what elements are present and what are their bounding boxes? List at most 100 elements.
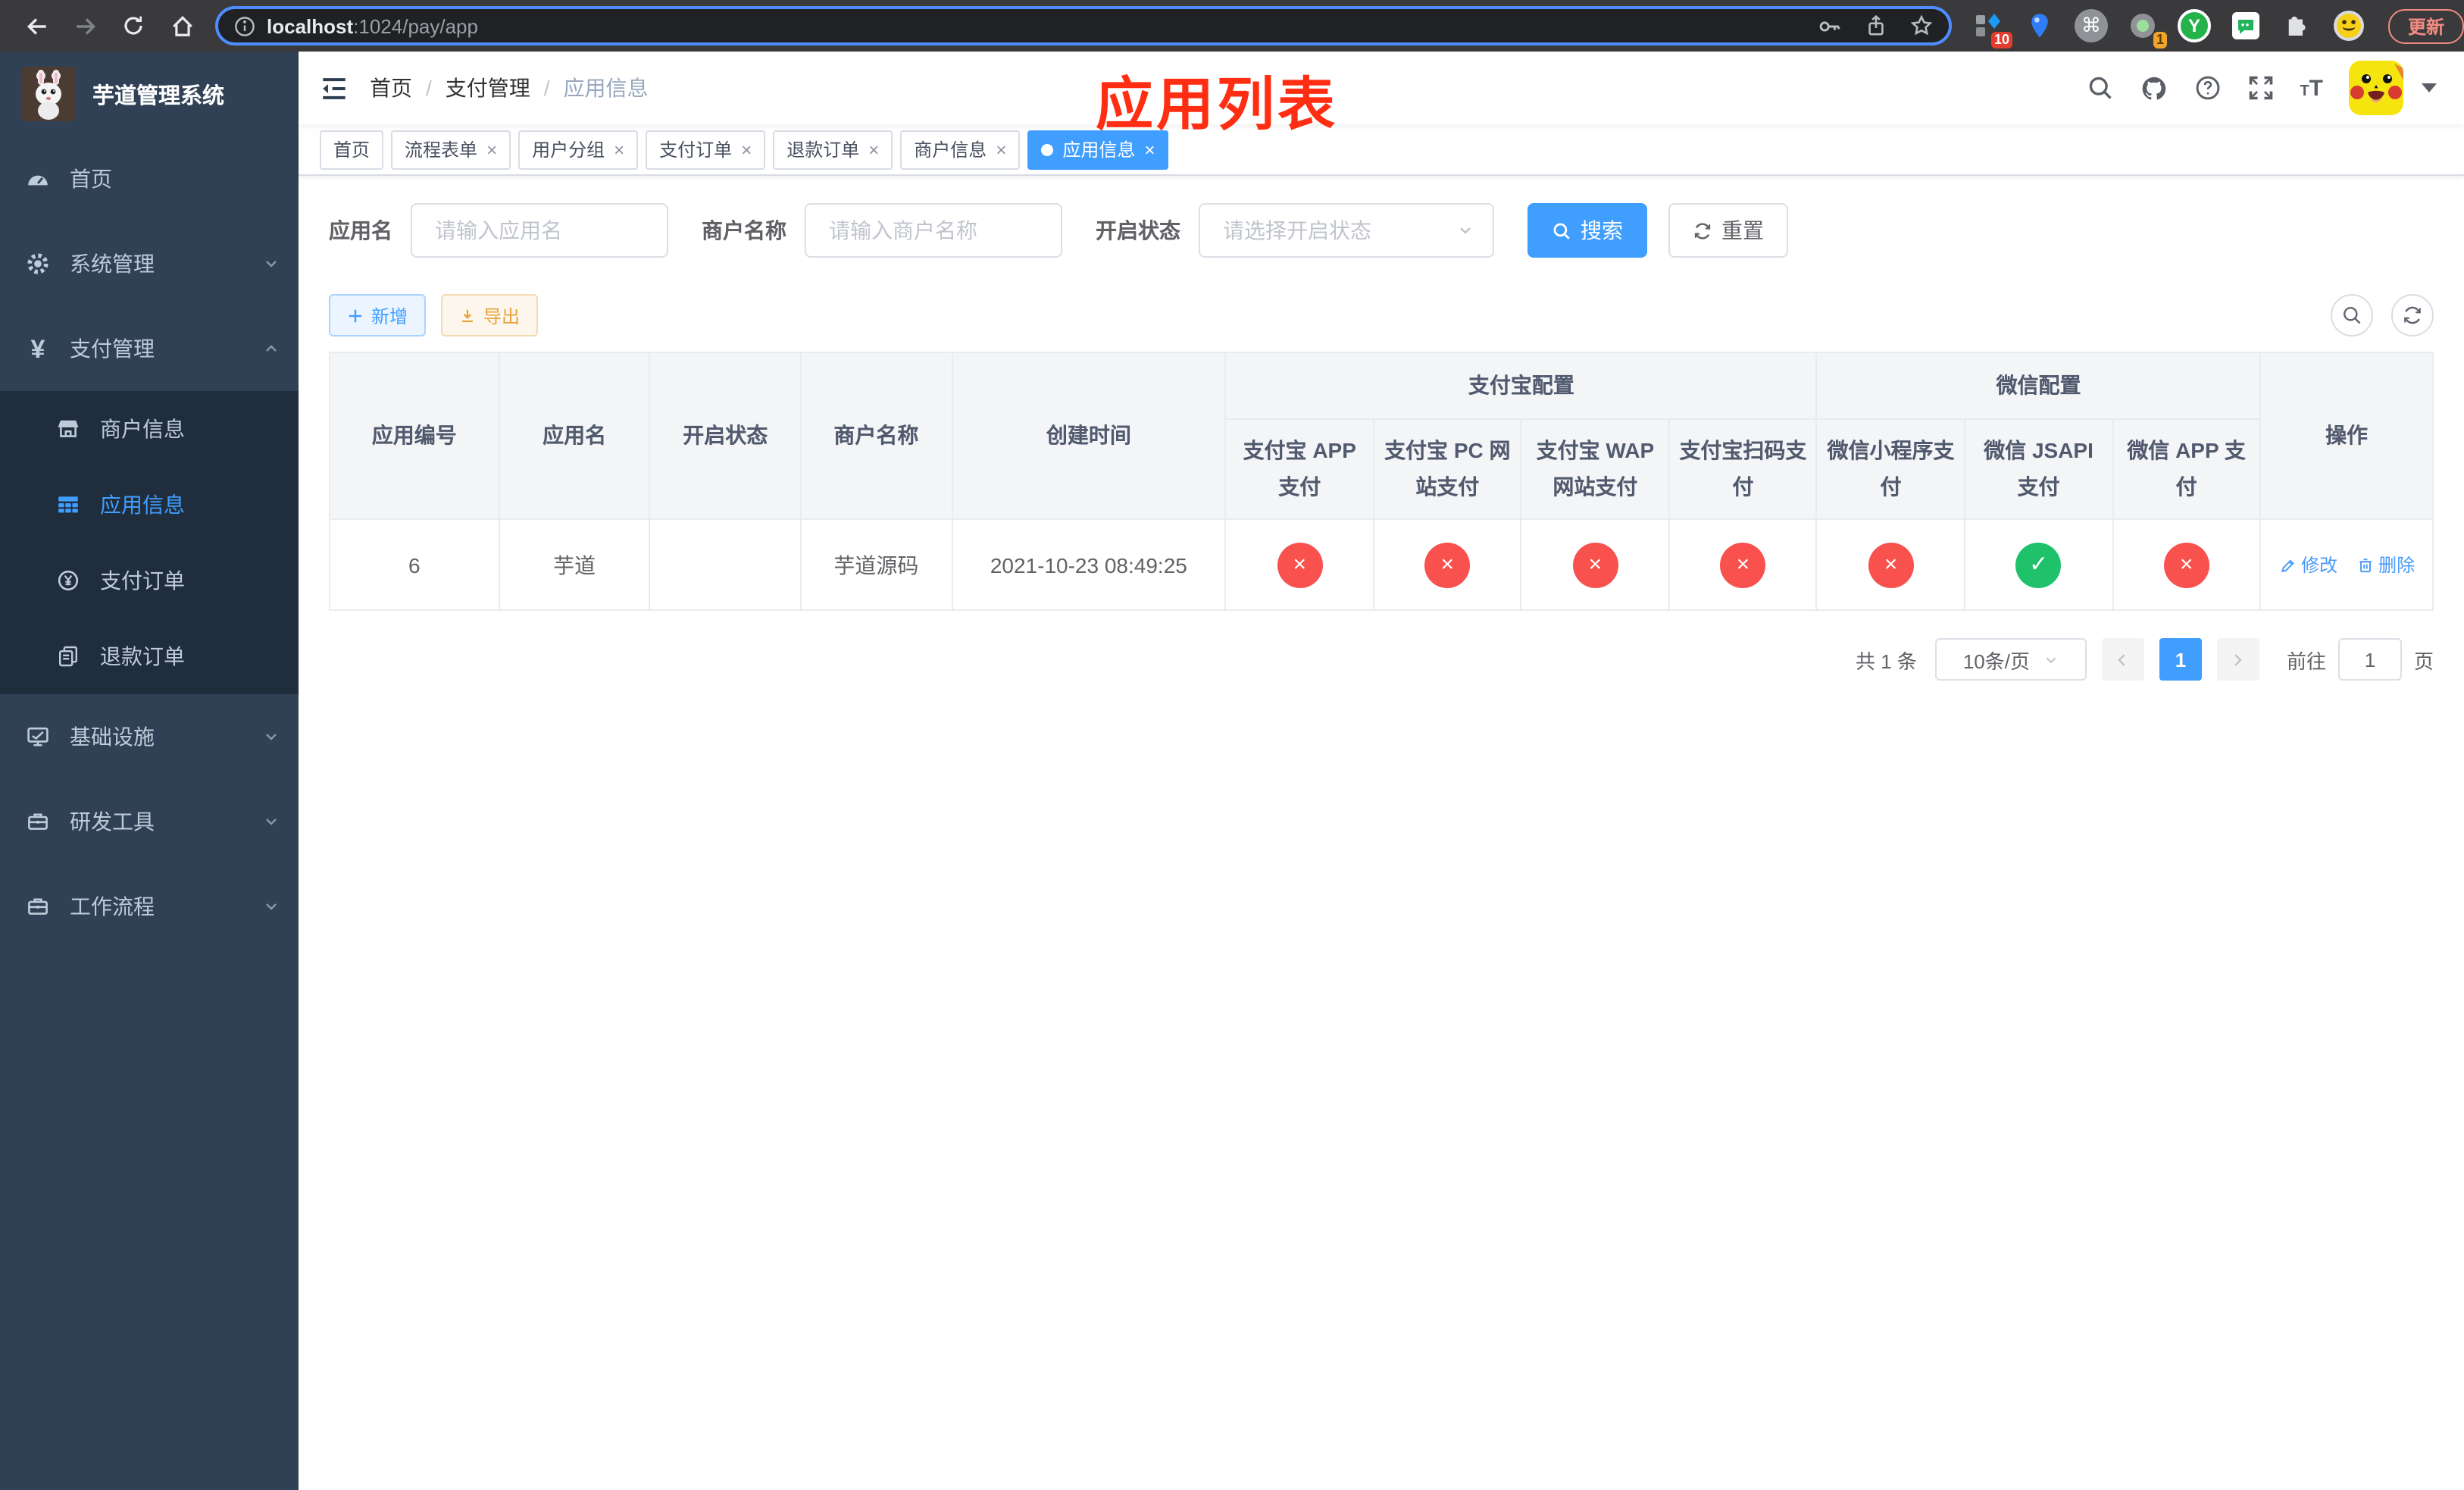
add-button[interactable]: 新增 [329,294,427,337]
wx-jsapi-status-icon: ✓ [2015,542,2062,587]
sidebar-item-merchant-info[interactable]: 商户信息 [0,391,299,467]
close-icon[interactable]: × [614,140,624,158]
next-page-button[interactable] [2216,638,2259,681]
sidebar-item-dev-tools[interactable]: 研发工具 [0,779,299,864]
delete-link[interactable]: 删除 [2356,552,2415,578]
sidebar-item-infrastructure[interactable]: 基础设施 [0,694,299,779]
fullscreen-icon[interactable] [2247,74,2274,102]
tab-pay-order[interactable]: 支付订单 × [646,130,766,169]
tab-merchant-info[interactable]: 商户信息 × [900,130,1021,169]
alipay-app-status-icon: × [1277,542,1323,587]
chevron-down-icon [262,812,280,831]
sidebar-collapse-icon[interactable] [320,74,349,102]
close-icon[interactable]: × [741,140,752,158]
app-name-input[interactable] [411,203,668,258]
dashboard-icon [26,167,50,191]
bookmark-star-icon[interactable] [1909,14,1934,38]
avatar-caret-icon[interactable] [2422,83,2437,92]
browser-reload-icon[interactable] [114,6,153,45]
sidebar-item-app-info[interactable]: 应用信息 [0,467,299,543]
chevron-down-icon [262,255,280,273]
header-search-icon[interactable] [2086,74,2113,102]
extension-pin-icon[interactable] [2022,8,2058,44]
col-alipay-wap: 支付宝 WAP 网站支付 [1520,418,1670,520]
tags-view-bar: 首页 流程表单 × 用户分组 × 支付订单 × 退款订单 × 商户信息 × 应用信息 × [299,124,2464,176]
edit-link[interactable]: 修改 [2278,552,2337,578]
pagination: 共 1 条 10条/页 1 前往 1 页 [329,638,2434,681]
toggle-search-button[interactable] [2331,294,2373,337]
page-content: 应用名 商户名称 开启状态 请选择开启状态 [299,176,2464,1490]
goto-page-input[interactable] [2337,638,2402,681]
refresh-button[interactable] [2391,294,2434,337]
export-button[interactable]: 导出 [441,294,539,337]
extension-green-y-icon[interactable]: Y [2176,8,2212,44]
cell-enabled [649,518,802,611]
close-icon[interactable]: × [868,140,879,158]
extension-badge: 1 [2153,32,2167,49]
document-copy-icon [56,644,80,668]
status-label: 开启状态 [1096,218,1180,243]
tab-refund-order[interactable]: 退款订单 × [773,130,893,169]
merchant-name-label: 商户名称 [702,218,786,243]
user-avatar[interactable] [2349,61,2403,115]
breadcrumb-current: 应用信息 [563,76,649,100]
alipay-pc-status-icon: × [1424,542,1471,587]
col-merchant: 商户名称 [799,352,952,520]
extension-chat-icon[interactable] [2228,8,2264,44]
app-logo[interactable]: 芋道管理系统 [0,52,299,136]
top-navbar: 首页 / 支付管理 / 应用信息 TT [299,52,2464,124]
address-bar[interactable]: localhost:1024/pay/app [215,6,1952,45]
extensions-puzzle-icon[interactable] [2279,8,2315,44]
sidebar-item-workflow[interactable]: 工作流程 [0,864,299,949]
cell-app-id: 6 [329,518,500,611]
sidebar-item-refund-order[interactable]: 退款订单 [0,618,299,694]
browser-extensions: 10 ⌘ 1 Y [1970,8,2367,49]
yuan-icon: ¥ [30,334,45,363]
sidebar-item-home[interactable]: 首页 [0,136,299,221]
search-button[interactable]: 搜索 [1527,203,1647,258]
tab-user-group[interactable]: 用户分组 × [518,130,639,169]
password-key-icon[interactable] [1817,13,1843,39]
sidebar-item-pay-order[interactable]: 支付订单 [0,543,299,618]
browser-back-icon[interactable] [17,6,56,45]
merchant-name-input[interactable] [805,203,1062,258]
tab-process-form[interactable]: 流程表单 × [391,130,511,169]
browser-forward-icon[interactable] [65,6,105,45]
app-table: 应用编号 应用名 开启状态 商户名称 创建时间 支付宝配置 微信配置 操作 支付… [329,352,2434,611]
help-icon[interactable] [2194,74,2221,102]
close-icon[interactable]: × [1144,140,1155,158]
close-icon[interactable]: × [996,140,1006,158]
url-text: localhost:1024/pay/app [267,14,478,37]
browser-update-button[interactable]: 更新 [2388,8,2464,43]
page-size-select[interactable]: 10条/页 [1934,638,2087,681]
wx-mini-status-icon: × [1868,542,1914,587]
browser-home-icon[interactable] [162,6,202,45]
extension-command-icon[interactable]: ⌘ [2073,8,2109,44]
sidebar-item-system[interactable]: 系统管理 [0,221,299,306]
reset-button[interactable]: 重置 [1668,203,1788,258]
chevron-down-icon [2042,651,2059,668]
share-icon[interactable] [1864,14,1888,38]
col-enabled: 开启状态 [649,352,802,520]
col-group-alipay: 支付宝配置 [1224,352,1818,420]
chevron-down-icon [262,897,280,916]
tab-home[interactable]: 首页 [320,130,384,169]
wx-app-status-icon: × [2163,542,2209,587]
profile-emoji-avatar[interactable] [2331,8,2367,44]
github-icon[interactable] [2139,74,2168,102]
prev-page-button[interactable] [2101,638,2144,681]
table-toolbar: 新增 导出 [329,294,2434,337]
alipay-scan-status-icon: × [1720,542,1766,587]
breadcrumb-section[interactable]: 支付管理 [446,73,530,103]
status-select[interactable]: 请选择开启状态 [1199,203,1494,258]
sidebar-item-payment[interactable]: ¥ 支付管理 [0,306,299,391]
total-count: 共 1 条 [1856,650,1917,672]
font-size-icon[interactable]: TT [2300,77,2323,99]
close-icon[interactable]: × [486,140,497,158]
site-info-icon[interactable] [233,14,256,37]
extension-recorder-icon[interactable]: 1 [2125,8,2167,49]
breadcrumb-home[interactable]: 首页 [370,73,412,103]
col-app-name: 应用名 [498,352,651,520]
extension-design-tool-icon[interactable]: 10 [1970,8,2012,49]
page-number-button[interactable]: 1 [2159,638,2202,681]
